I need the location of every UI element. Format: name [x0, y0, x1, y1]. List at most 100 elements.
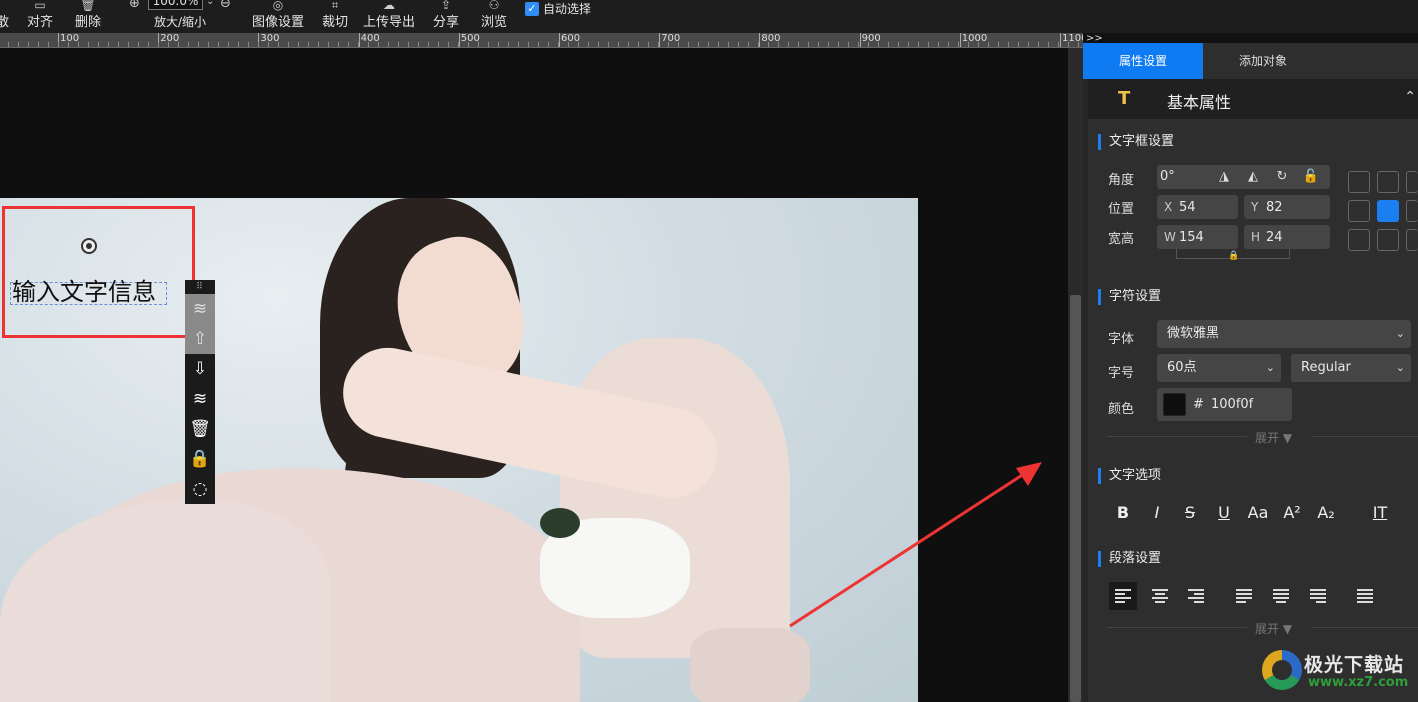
ruler-tick-label: 300: [260, 33, 280, 44]
delete-button[interactable]: 🗑 删除: [75, 0, 101, 33]
layer-down-icon[interactable]: ≋: [185, 384, 215, 414]
ruler-minor-tick: [458, 42, 459, 47]
color-field[interactable]: # 100f0f: [1157, 388, 1292, 421]
crop-button[interactable]: ⌗ 裁切: [322, 0, 348, 33]
move-up-icon[interactable]: ⇧: [185, 324, 215, 354]
angle-field[interactable]: 0° ◮ ◭ ↻ 🔓: [1157, 165, 1330, 189]
ruler-major-tick: [959, 33, 961, 47]
text-tool-icon: T: [1118, 88, 1131, 109]
font-weight-select[interactable]: Regular ⌄: [1291, 354, 1411, 382]
ruler-tick-label: 400: [360, 33, 380, 44]
checkbox-checked-icon: ✓: [525, 1, 539, 16]
divider: [1107, 627, 1247, 628]
align-button[interactable]: ▭ 对齐: [27, 0, 53, 33]
editor-canvas[interactable]: 输入文字信息 ⠿ ≋ ⇧ ⇩ ≋ 🗑 🔒 ◌: [0, 48, 1068, 702]
anchor-top-right[interactable]: [1406, 171, 1418, 193]
text-object[interactable]: 输入文字信息: [12, 276, 156, 308]
width-field[interactable]: W 154: [1157, 225, 1238, 249]
ruler-minor-tick: [168, 42, 169, 47]
font-family-select[interactable]: 微软雅黑 ⌄: [1157, 320, 1411, 348]
justify-right-icon[interactable]: [1304, 582, 1332, 610]
underline-button[interactable]: U: [1210, 499, 1238, 527]
ruler-major-tick: [559, 33, 560, 47]
tab-properties[interactable]: 属性设置: [1083, 43, 1203, 79]
zoom-in-icon[interactable]: ⊕: [129, 0, 140, 11]
zoom-input[interactable]: 100.0%: [148, 0, 203, 10]
anchor-middle-left[interactable]: [1348, 200, 1370, 222]
flip-horizontal-icon[interactable]: ◮: [1212, 165, 1236, 189]
ruler-minor-tick: [868, 42, 869, 47]
anchor-center[interactable]: [1377, 200, 1399, 222]
ruler-minor-tick: [248, 42, 249, 47]
font-size-select[interactable]: 60点 ⌄: [1157, 354, 1281, 382]
anchor-bottom-right[interactable]: [1406, 229, 1418, 251]
x-field[interactable]: X 54: [1157, 195, 1238, 219]
justify-all-icon[interactable]: [1351, 582, 1379, 610]
ruler-minor-tick: [238, 42, 239, 47]
share-button[interactable]: ⇪ 分享: [433, 0, 459, 33]
lock-icon[interactable]: 🔒: [185, 444, 215, 474]
anchor-bottom-left[interactable]: [1348, 229, 1370, 251]
section-paragraph: 段落设置: [1098, 551, 1161, 567]
zoom-out-icon[interactable]: ⊖: [220, 0, 231, 11]
align-left-icon[interactable]: [1109, 582, 1137, 610]
mirror-icon[interactable]: ◭: [1241, 165, 1265, 189]
italic-button[interactable]: I: [1143, 499, 1171, 527]
ruler-minor-tick: [258, 42, 259, 47]
aspect-lock-icon[interactable]: 🔒: [1228, 251, 1239, 261]
y-field[interactable]: Y 82: [1244, 195, 1330, 219]
canvas-scrollbar-thumb[interactable]: [1070, 295, 1081, 702]
anchor-top-left[interactable]: [1348, 171, 1370, 193]
ruler-minor-tick: [758, 42, 759, 47]
zoom-dropdown-icon[interactable]: ⌄: [206, 0, 214, 7]
ruler-minor-tick: [1028, 42, 1029, 47]
align-right-icon[interactable]: [1182, 582, 1210, 610]
ruler-minor-tick: [588, 42, 589, 47]
expand-character-button[interactable]: 展开 ▼: [1255, 429, 1292, 446]
height-field[interactable]: H 24: [1244, 225, 1330, 249]
panel-scrollbar[interactable]: [1083, 79, 1088, 702]
case-button[interactable]: Aa: [1244, 499, 1272, 527]
vertical-text-button[interactable]: IT: [1366, 499, 1394, 527]
ruler-minor-tick: [558, 42, 559, 47]
bold-button[interactable]: B: [1109, 499, 1137, 527]
auto-select-checkbox[interactable]: ✓ 自动选择: [525, 0, 591, 17]
unlock-icon[interactable]: 🔓: [1299, 165, 1323, 189]
image-settings-button[interactable]: ◎ 图像设置: [252, 0, 304, 33]
tab-add-object[interactable]: 添加对象: [1203, 43, 1323, 79]
preview-button[interactable]: ⚇ 浏览: [481, 0, 507, 33]
superscript-button[interactable]: A²: [1278, 499, 1306, 527]
chevron-down-icon: ⌄: [1395, 327, 1405, 340]
align-center-icon[interactable]: [1146, 582, 1174, 610]
trash-icon[interactable]: 🗑: [185, 414, 215, 444]
justify-center-icon[interactable]: [1267, 582, 1295, 610]
chevron-up-icon[interactable]: ⌃: [1404, 89, 1416, 105]
anchor-middle-right[interactable]: [1406, 200, 1418, 222]
toolbar-partial-button[interactable]: 散: [0, 0, 9, 33]
basic-properties-header[interactable]: T 基本属性 ⌃: [1088, 79, 1418, 119]
drag-grip-icon[interactable]: ⠿: [185, 280, 215, 294]
rotate-icon[interactable]: ↻: [1270, 165, 1294, 189]
justify-left-icon[interactable]: [1230, 582, 1258, 610]
crop-icon: ⌗: [331, 0, 339, 12]
ruler-minor-tick: [158, 42, 159, 47]
ruler-minor-tick: [58, 42, 59, 47]
strikethrough-button[interactable]: S: [1176, 499, 1204, 527]
ruler-minor-tick: [768, 42, 769, 47]
subscript-button[interactable]: A₂: [1312, 499, 1340, 527]
annotation-highlight-box: [2, 206, 195, 338]
top-toolbar: 散 ▭ 对齐 🗑 删除 ⊕ 100.0% ⌄ ⊖ 放大/缩小 ◎ 图像设置 ⌗ …: [0, 0, 1418, 33]
ruler-minor-tick: [428, 42, 429, 47]
upload-export-button[interactable]: ☁ 上传导出: [363, 0, 415, 33]
section-text-frame: 文字框设置: [1098, 134, 1174, 150]
anchor-top-center[interactable]: [1377, 171, 1399, 193]
ruler-minor-tick: [488, 42, 489, 47]
ruler-minor-tick: [98, 42, 99, 47]
rotate-handle-icon[interactable]: [81, 238, 97, 254]
color-swatch[interactable]: [1163, 393, 1186, 416]
expand-paragraph-button[interactable]: 展开 ▼: [1255, 620, 1292, 637]
anchor-bottom-center[interactable]: [1377, 229, 1399, 251]
layer-up-icon[interactable]: ≋: [185, 294, 215, 324]
select-icon[interactable]: ◌: [185, 474, 215, 504]
move-down-icon[interactable]: ⇩: [185, 354, 215, 384]
